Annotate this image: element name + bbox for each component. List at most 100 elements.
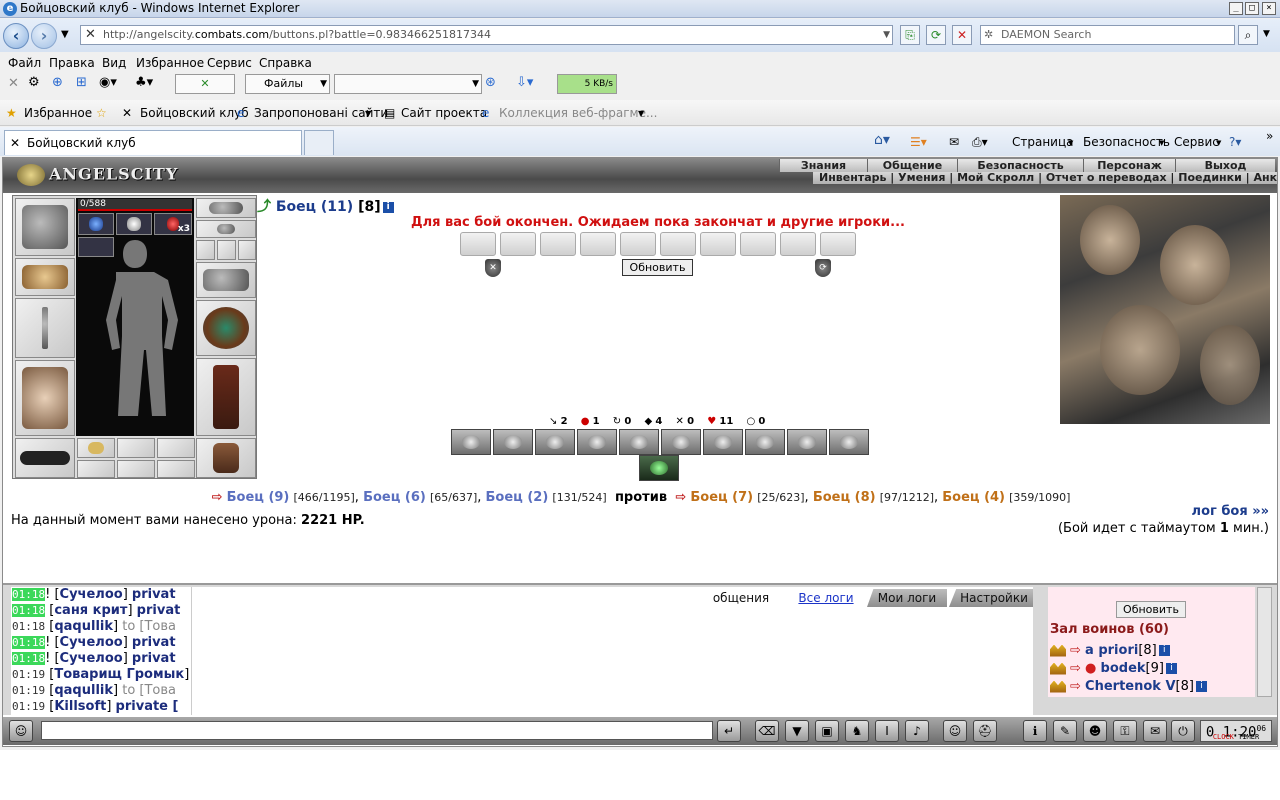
- fav-fightclub[interactable]: Бойцовский клуб: [140, 106, 249, 120]
- special-ability-button[interactable]: [639, 455, 679, 481]
- potion-slot-3[interactable]: x3: [154, 213, 192, 235]
- tool-icon-3[interactable]: ⊞: [76, 75, 87, 90]
- team1-fighter[interactable]: Боец (9): [227, 490, 290, 505]
- chat-private[interactable]: privat: [132, 587, 176, 602]
- chat-nick[interactable]: Сучелоо: [60, 651, 123, 666]
- smiley-icon[interactable]: ☺: [943, 720, 967, 742]
- helmet-slot[interactable]: [15, 198, 75, 256]
- chat-nick[interactable]: Killsoft: [54, 699, 106, 714]
- history-dropdown-icon[interactable]: ▼: [61, 29, 69, 40]
- help-icon[interactable]: ?▾: [1229, 135, 1241, 149]
- tool-icon-1[interactable]: ⚙: [28, 75, 40, 90]
- battle-log-link[interactable]: лог боя »»: [1192, 504, 1269, 519]
- info-icon[interactable]: i: [382, 201, 394, 213]
- spell-scroll-slot[interactable]: [580, 232, 616, 256]
- chevron-down-icon[interactable]: ▼: [1216, 139, 1221, 147]
- ability-button[interactable]: [703, 429, 743, 455]
- search-icon[interactable]: ⌕: [1238, 25, 1258, 45]
- spell-scroll-slot[interactable]: [500, 232, 536, 256]
- spell-scroll-slot[interactable]: [700, 232, 736, 256]
- tool-icon-5[interactable]: ♣▾: [135, 75, 153, 90]
- minimize-button[interactable]: _: [1229, 2, 1243, 15]
- download-icon[interactable]: ⇩▾: [516, 75, 533, 90]
- chevron-down-icon[interactable]: ▼: [365, 109, 371, 118]
- add-favorite-icon[interactable]: ☆: [96, 106, 107, 120]
- ability-button[interactable]: [829, 429, 869, 455]
- spell-scroll-slot[interactable]: [460, 232, 496, 256]
- compat-icon[interactable]: ⎘: [900, 25, 920, 45]
- chat-private[interactable]: privat: [137, 603, 181, 618]
- chevron-down-icon[interactable]: ▼: [1068, 139, 1073, 147]
- bag-slot-4[interactable]: [77, 460, 115, 478]
- chat-private[interactable]: private [: [116, 699, 179, 714]
- menu-edit[interactable]: Правка: [49, 56, 95, 70]
- refresh-button[interactable]: Обновить: [622, 259, 693, 276]
- bag-slot-2[interactable]: [117, 438, 155, 458]
- info-icon[interactable]: i: [1165, 663, 1177, 674]
- potion-slot-2[interactable]: [116, 213, 152, 235]
- potion-slot-1[interactable]: [78, 213, 114, 235]
- print-icon[interactable]: ⎙▾: [972, 135, 988, 150]
- mail-icon[interactable]: ✉: [949, 135, 959, 149]
- room-user-name[interactable]: a priori: [1085, 643, 1138, 658]
- helmet-icon[interactable]: ⛑: [973, 720, 997, 742]
- home-icon[interactable]: ⌂▾: [874, 132, 890, 148]
- close-button[interactable]: ×: [1262, 2, 1276, 15]
- ability-button[interactable]: [745, 429, 785, 455]
- fav-project[interactable]: Сайт проекта: [401, 106, 487, 120]
- go-icon[interactable]: ⊛: [485, 75, 496, 90]
- menu-tools[interactable]: Сервис: [207, 56, 252, 70]
- menu-file[interactable]: Файл: [8, 56, 41, 70]
- chat-tab-all-logs[interactable]: Все логи: [789, 589, 863, 607]
- info-tool-icon[interactable]: ℹ: [1023, 720, 1047, 742]
- boots-slot[interactable]: [196, 438, 256, 478]
- team2-fighter[interactable]: Боец (8): [813, 490, 876, 505]
- room-user-name[interactable]: Chertenok V: [1085, 679, 1175, 694]
- lock-icon[interactable]: ⚿: [1113, 720, 1137, 742]
- spell-scroll-slot[interactable]: [780, 232, 816, 256]
- search-options-icon[interactable]: ▼: [1263, 29, 1270, 39]
- belt-slot[interactable]: [15, 438, 75, 478]
- mail-tool-icon[interactable]: ✉: [1143, 720, 1167, 742]
- ability-button[interactable]: [661, 429, 701, 455]
- amulet-slot[interactable]: [196, 198, 256, 218]
- ability-button[interactable]: [619, 429, 659, 455]
- favorites-button[interactable]: Избранное: [24, 106, 92, 120]
- chevron-down-icon[interactable]: ▼: [883, 26, 890, 44]
- team2-fighter[interactable]: Боец (4): [942, 490, 1005, 505]
- eraser-icon[interactable]: ⌫: [755, 720, 779, 742]
- ability-button[interactable]: [787, 429, 827, 455]
- spell-scroll-slot[interactable]: [620, 232, 656, 256]
- search-input[interactable]: ✲ DAEMON Search: [980, 25, 1235, 45]
- more-icon[interactable]: »: [1266, 129, 1273, 143]
- chat-input[interactable]: [41, 721, 713, 740]
- info-icon[interactable]: i: [1195, 681, 1207, 692]
- earrings-slot[interactable]: [196, 220, 256, 238]
- game-sub-menu[interactable]: Инвентарь | Умения | Мой Скролл | Отчет …: [813, 172, 1277, 184]
- info-icon[interactable]: i: [1158, 645, 1170, 656]
- chat-nick[interactable]: саня крит: [54, 603, 127, 618]
- chat-private[interactable]: privat: [132, 651, 176, 666]
- spell-scroll-slot[interactable]: [540, 232, 576, 256]
- bookmark-tool[interactable]: ✕: [175, 74, 235, 94]
- bag-slot-6[interactable]: [157, 460, 195, 478]
- chat-nick[interactable]: Сучелоо: [60, 587, 123, 602]
- fav-webslices[interactable]: Коллекция веб-фрагме...: [499, 106, 657, 120]
- quest-icon[interactable]: ✎: [1053, 720, 1077, 742]
- files-dropdown[interactable]: Файлы ▼: [245, 74, 330, 94]
- rss-icon[interactable]: ☰▾: [910, 135, 927, 149]
- chat-nick[interactable]: qaqullik: [54, 683, 113, 698]
- ability-button[interactable]: [535, 429, 575, 455]
- menu-favorites[interactable]: Избранное: [136, 56, 204, 70]
- ability-button[interactable]: [493, 429, 533, 455]
- exit-icon[interactable]: ⏻: [1171, 720, 1195, 742]
- team1-fighter[interactable]: Боец (2): [486, 490, 549, 505]
- save-icon[interactable]: ▣: [815, 720, 839, 742]
- new-tab-button[interactable]: [304, 130, 334, 155]
- tool-icon-2[interactable]: ⊕: [52, 75, 63, 90]
- ability-button[interactable]: [577, 429, 617, 455]
- chat-nick[interactable]: Сучелоо: [60, 635, 123, 650]
- room-user-name[interactable]: bodek: [1101, 661, 1146, 676]
- address-bar[interactable]: ✕ http://angelscity.combats.com/buttons.…: [80, 25, 893, 45]
- room-scrollbar[interactable]: [1257, 587, 1272, 697]
